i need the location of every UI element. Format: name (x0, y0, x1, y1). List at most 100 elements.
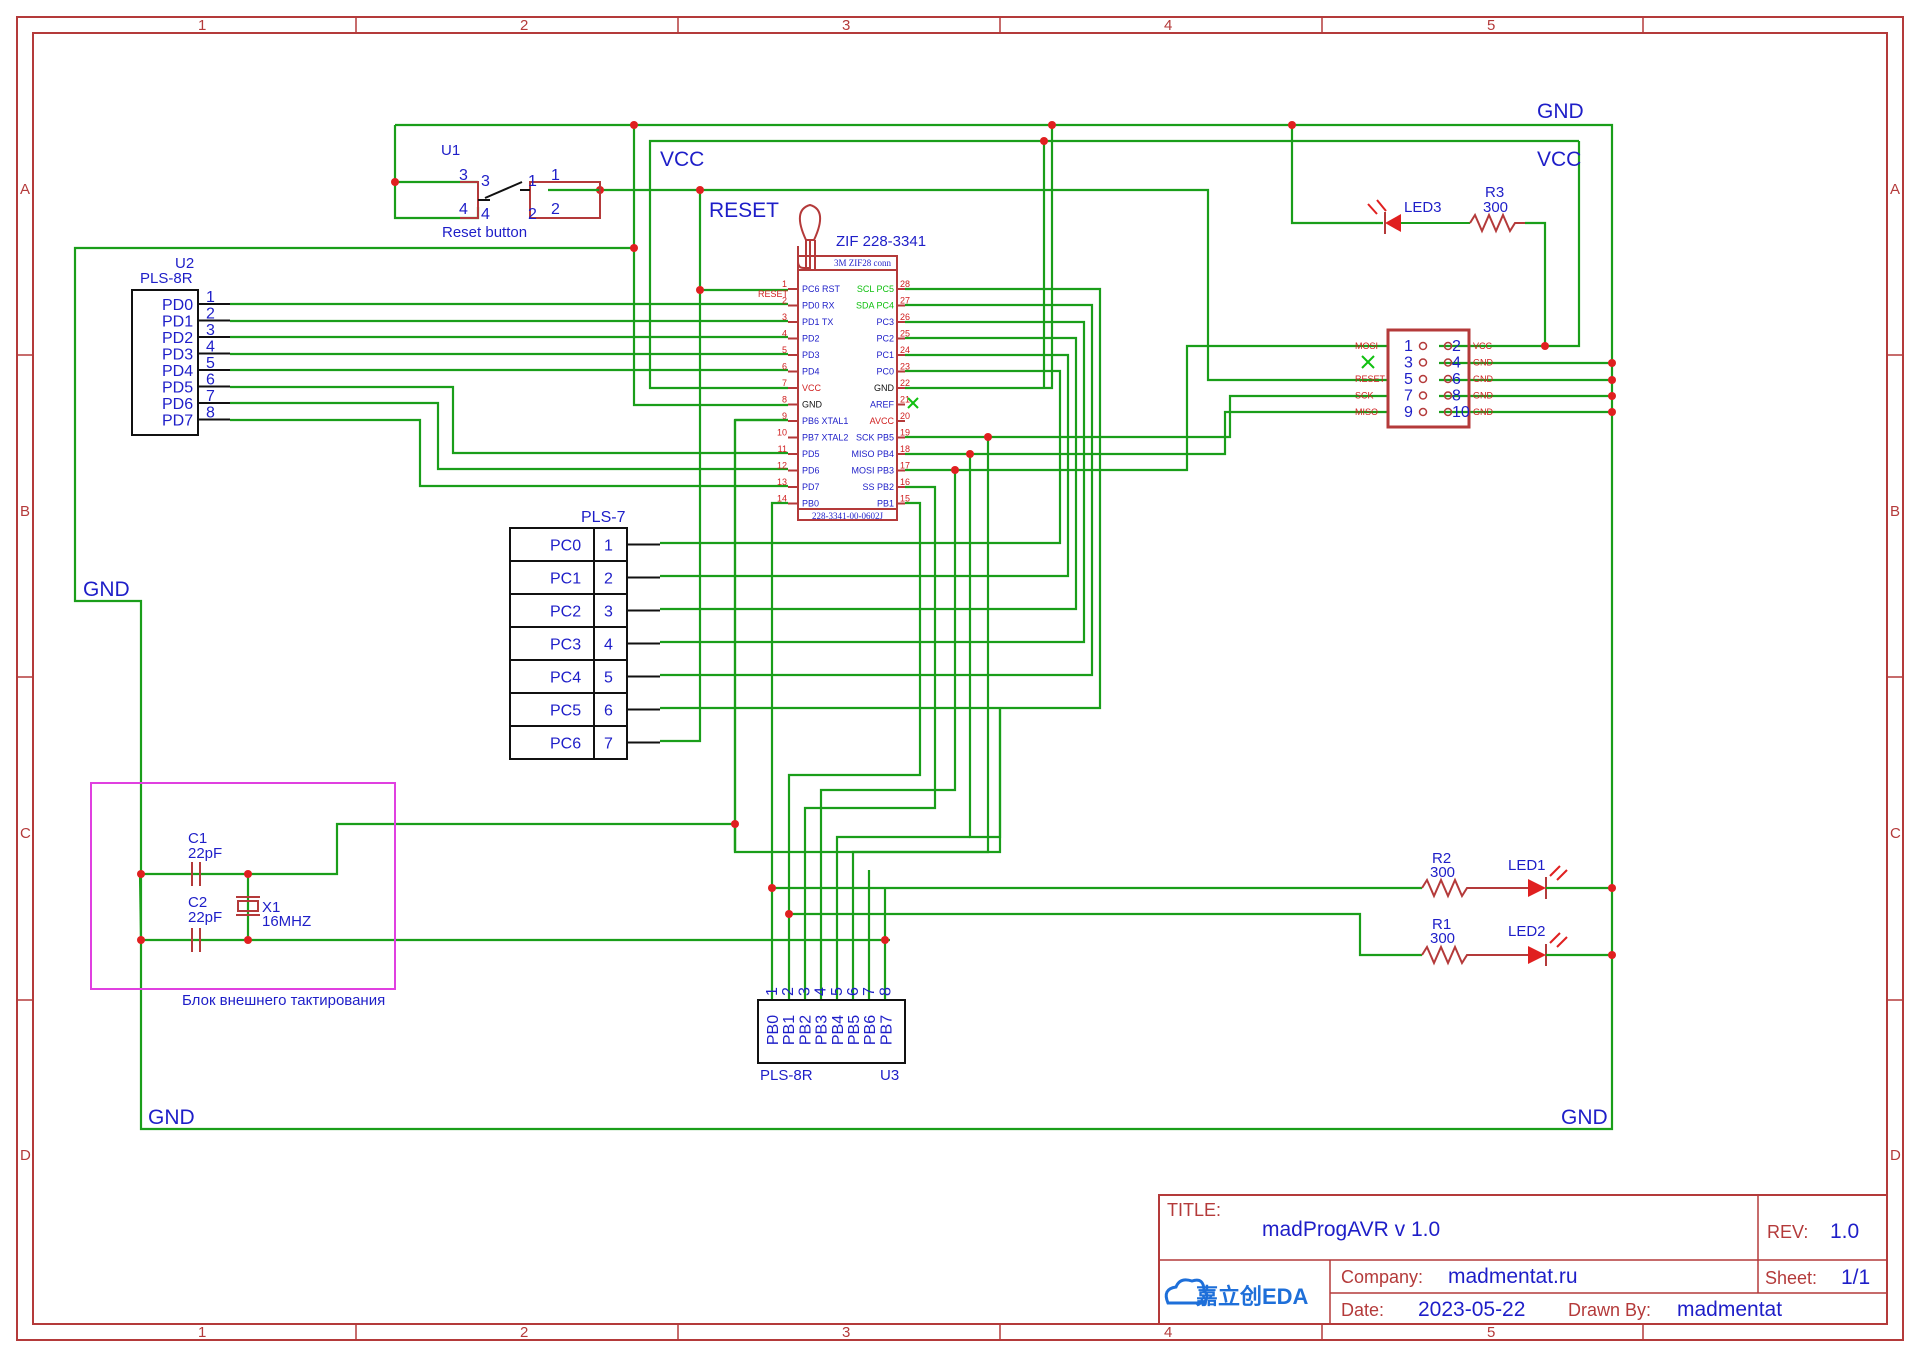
isp-pin-odd: 7 (1404, 388, 1413, 405)
u3-name: PLS-8R (760, 1067, 813, 1084)
u3-pin-number: 3 (796, 987, 813, 996)
junction-dot (1608, 359, 1616, 367)
isp-pin-odd: 9 (1404, 404, 1413, 421)
u3-connector: PB01PB12PB23PB34PB45PB56PB67PB78 PLS-8R … (757, 987, 906, 1084)
junction-dot (1048, 121, 1056, 129)
junction-dot (984, 433, 992, 441)
zif-pin-number: 27 (900, 296, 910, 306)
row-label-right: B (1890, 503, 1900, 520)
net-vcc-right: VCC (1537, 148, 1581, 171)
zif-pin-name: VCC (802, 383, 822, 393)
isp-pin-even: 2 (1452, 338, 1461, 355)
isp-left-label: RESET (1355, 374, 1386, 384)
zif-pin-number: 1 (782, 279, 787, 289)
zif-pin-name: MISO PB4 (851, 449, 894, 459)
junction-dot (785, 910, 793, 918)
zif-pin-number: 25 (900, 329, 910, 339)
u3-pin-number: 2 (780, 987, 797, 996)
u3-pin-name: PB6 (862, 1015, 879, 1045)
junction-dot (1541, 342, 1549, 350)
isp-pin-even: 8 (1452, 388, 1461, 405)
zif-pin-number: 23 (900, 362, 910, 372)
r2-value: 300 (1430, 864, 1455, 881)
net-labels: GND VCC VCC RESET GND GND GND (83, 100, 1608, 1129)
junction-dot (1040, 137, 1048, 145)
svg-text:1: 1 (551, 167, 560, 184)
junction-dot (244, 870, 252, 878)
schematic-sheet: 1122334455 A AB BC CD D TITLE: madProgAVR v … (16, 16, 1904, 1341)
zif-pin-number: 3 (782, 312, 787, 322)
zif-pin-number: 12 (777, 461, 787, 471)
zif-pin-number: 19 (900, 428, 910, 438)
led2-ref: LED2 (1508, 923, 1546, 940)
net-gnd-top: GND (1537, 100, 1584, 123)
isp-right-label: GND (1473, 374, 1494, 384)
zif-pin-name: PC3 (876, 317, 894, 327)
svg-text:1: 1 (528, 173, 537, 190)
u2-pin-name: PD6 (162, 396, 193, 413)
junction-dot (630, 121, 638, 129)
u2-pin-number: 6 (206, 372, 215, 389)
isp-pin-even: 6 (1452, 371, 1461, 388)
logo-text: 嘉立创EDA (1196, 1284, 1309, 1309)
pls7-pin-number: 5 (604, 670, 613, 687)
pls7-pin-number: 7 (604, 736, 613, 753)
column-label-top: 5 (1487, 17, 1495, 34)
wires (73, 123, 1614, 1131)
u2-pin-number: 7 (206, 388, 215, 405)
zif-pin-name: SDA PC4 (856, 301, 894, 311)
zif-subtitle: 3M ZIF28 conn (834, 258, 891, 268)
zif-pin-number: 28 (900, 279, 910, 289)
clock-block-label: Блок внешнего тактирования (182, 992, 385, 1009)
sheet-frame: 1122334455 A AB BC CD D (16, 16, 1904, 1341)
pls7-pin-name: PC4 (550, 670, 581, 687)
isp-left-label: SCK (1355, 391, 1374, 401)
zif-pin-number: 22 (900, 378, 910, 388)
net-gnd-bottom-left: GND (148, 1106, 195, 1129)
u2-pin-name: PD0 (162, 297, 193, 314)
pls7-pin-name: PC0 (550, 538, 581, 555)
svg-text:2: 2 (528, 206, 537, 223)
zif-partno: 228-3341-00-0602J (812, 511, 883, 521)
junction-dot (1608, 408, 1616, 416)
u3-pin-name: PB0 (765, 1015, 782, 1045)
zif-pin-number: 14 (777, 494, 787, 504)
pls7-connector: PLS-7 PC0 1 PC1 2 PC2 3 PC3 4 PC4 5 PC5 6 PC6 7 (509, 509, 660, 760)
r1-led2: R1 300 LED2 (1421, 916, 1568, 966)
reset-button: U1 3 4 3 4 1 2 1 2 Reset button (441, 142, 601, 241)
led3-ref: LED3 (1404, 199, 1442, 216)
pls7-name: PLS-7 (581, 509, 626, 526)
zif-pin-name: PD2 (802, 334, 820, 344)
svg-text:4: 4 (481, 206, 490, 223)
u3-pin-number: 5 (829, 987, 846, 996)
column-label-bottom: 2 (520, 1324, 528, 1341)
u2-pin-number: 1 (206, 289, 215, 306)
pls7-pin-number: 2 (604, 571, 613, 588)
pls7-pin-number: 3 (604, 604, 613, 621)
u2-pin-name: PD3 (162, 347, 193, 364)
row-label-left: D (20, 1147, 31, 1164)
isp-right-label: GND (1473, 407, 1494, 417)
u2-connector: U2 PLS-8R PD0 1PD1 2PD2 3PD3 4PD4 5PD5 6PD6 7PD… (131, 255, 230, 436)
junction-dot (881, 936, 889, 944)
u2-pin-name: PD1 (162, 314, 193, 331)
zif-pin-name: PD6 (802, 466, 820, 476)
row-label-right: A (1890, 181, 1900, 198)
company-label: Company: (1341, 1267, 1423, 1287)
junction-dot (391, 178, 399, 186)
zif-pin-name: PD5 (802, 449, 820, 459)
pls7-pin-number: 4 (604, 637, 613, 654)
row-label-right: D (1890, 1147, 1901, 1164)
u2-name: PLS-8R (140, 270, 193, 287)
zif-pin-name: AVCC (870, 416, 895, 426)
column-label-top: 1 (198, 17, 206, 34)
zif-pin-number: 24 (900, 345, 910, 355)
u1-name: Reset button (442, 224, 527, 241)
x1-value: 16MHZ (262, 913, 311, 930)
junction-dot (1608, 951, 1616, 959)
column-label-bottom: 3 (842, 1324, 850, 1341)
isp-pin-odd: 5 (1404, 371, 1413, 388)
zif-pin-name: PD4 (802, 367, 820, 377)
date-label: Date: (1341, 1300, 1384, 1320)
zif-pin-number: 26 (900, 312, 910, 322)
